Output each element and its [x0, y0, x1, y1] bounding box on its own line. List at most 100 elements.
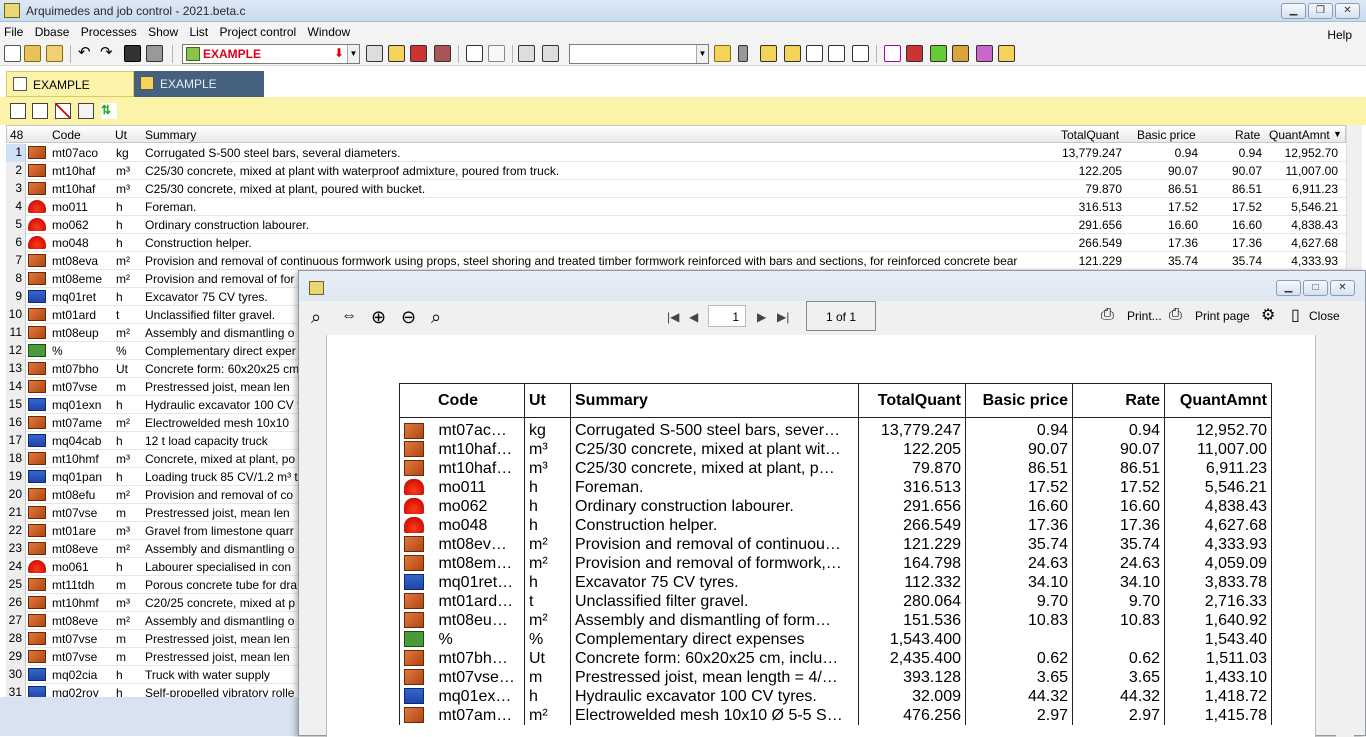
restore-button[interactable]: ❐ — [1308, 3, 1333, 19]
sort-icon[interactable]: ⇅ — [101, 103, 117, 119]
report-cell-code: mt08ev… — [438, 535, 507, 553]
cell-ut: h — [116, 470, 123, 484]
project-selector[interactable]: EXAMPLE ⬇ ▼ — [182, 44, 360, 64]
function-icon[interactable] — [884, 45, 901, 62]
bar-chart-icon[interactable] — [828, 45, 845, 62]
grid-icon[interactable] — [952, 45, 969, 62]
stack-icon[interactable] — [388, 45, 405, 62]
zoom-out-icon[interactable]: ⊖ — [401, 307, 423, 329]
zoom-actual-icon[interactable]: ⌕ — [431, 307, 453, 329]
report-row: mt07am… m² Electrowelded mesh 10x10 Ø 5-5 … — [399, 706, 1272, 725]
table-row[interactable]: 4 mo011 h Foreman. 316.513 17.52 17.52 5,546.21 — [6, 198, 1346, 216]
open-recent-icon[interactable] — [46, 45, 63, 62]
print-button[interactable]: Print... — [1127, 309, 1162, 323]
minimize-button[interactable]: ▁ — [1281, 3, 1306, 19]
report-cell-rate: 90.07 — [1072, 440, 1165, 459]
book-icon[interactable] — [410, 45, 427, 62]
document-icon[interactable] — [806, 45, 823, 62]
report-cell-summary: Foreman. — [570, 478, 859, 497]
menu-dbase[interactable]: Dbase — [31, 22, 74, 39]
menu-window[interactable]: Window — [304, 22, 355, 39]
cell-ut: m³ — [116, 524, 130, 538]
tools-icon[interactable] — [976, 45, 993, 62]
zoom-in-icon[interactable]: ⊕ — [371, 307, 393, 329]
table-icon[interactable] — [852, 45, 869, 62]
cell-ut: h — [116, 560, 123, 574]
tab-example-inactive[interactable]: EXAMPLE — [134, 71, 264, 97]
close-viewer-button[interactable]: Close — [1309, 309, 1340, 323]
column-header-summary[interactable]: Summary — [145, 128, 196, 142]
table-row[interactable]: 7 mt08eva m² Provision and removal of conti… — [6, 252, 1346, 270]
printer-icon[interactable]: ⎙ — [1101, 306, 1114, 324]
table-row[interactable]: 5 mo062 h Ordinary construction labourer. 29… — [6, 216, 1346, 234]
cell-basic-price: 17.52 — [1167, 200, 1198, 214]
new-file-icon[interactable] — [4, 45, 21, 62]
windows-icon[interactable] — [542, 45, 559, 62]
gantt-icon[interactable] — [466, 45, 483, 62]
report-cell-basic-price: 86.51 — [965, 459, 1073, 478]
checklist-icon[interactable] — [784, 45, 801, 62]
export-icon[interactable] — [906, 45, 923, 62]
table-row[interactable]: 1 mt07aco kg Corrugated S-500 steel bars, s… — [6, 144, 1346, 162]
open-folder-icon[interactable] — [24, 45, 41, 62]
menu-processes[interactable]: Processes — [77, 22, 141, 39]
door-icon[interactable]: ▯ — [1291, 305, 1300, 325]
column-header-totalquant[interactable]: TotalQuant — [1061, 128, 1119, 142]
save-icon[interactable] — [124, 45, 141, 62]
chevron-down-icon[interactable]: ▼ — [696, 45, 708, 63]
note-icon[interactable] — [714, 45, 731, 62]
column-header-basic-price[interactable]: Basic price — [1137, 128, 1196, 142]
column-header-ut[interactable]: Ut — [115, 128, 127, 142]
cell-ut: m³ — [116, 596, 130, 610]
undo-icon[interactable]: ↶ — [78, 45, 95, 62]
add-icon[interactable] — [32, 103, 48, 119]
print-icon[interactable] — [146, 45, 163, 62]
maximize-button[interactable]: □ — [1303, 280, 1328, 296]
sort-desc-icon[interactable]: ▼ — [1333, 129, 1342, 139]
delete-icon[interactable] — [55, 103, 71, 119]
tree-icon[interactable] — [366, 45, 383, 62]
check-icon[interactable] — [760, 45, 777, 62]
tab-example-active[interactable]: EXAMPLE — [6, 71, 134, 97]
chevron-down-icon[interactable]: ▼ — [347, 45, 359, 63]
next-page-icon[interactable]: ▶ — [757, 310, 766, 324]
redo-icon[interactable]: ↷ — [100, 45, 117, 62]
pct-icon — [404, 631, 424, 648]
previous-page-icon[interactable]: ◀ — [689, 310, 698, 324]
paperclip-icon[interactable] — [738, 45, 748, 62]
column-header-rate[interactable]: Rate — [1235, 128, 1260, 142]
viewer-scrollbar[interactable] — [1336, 335, 1354, 737]
print-page-button[interactable]: Print page — [1195, 309, 1250, 323]
page-number-input[interactable]: 1 — [708, 305, 746, 327]
window-icon[interactable] — [518, 45, 535, 62]
close-button[interactable]: ✕ — [1335, 3, 1360, 19]
chat-icon[interactable] — [998, 45, 1015, 62]
table-row[interactable]: 6 mo048 h Construction helper. 266.549 17.36 1… — [6, 234, 1346, 252]
last-page-icon[interactable]: ▶| — [777, 310, 789, 324]
gear-icon[interactable]: ⚙ — [1261, 305, 1275, 325]
print-page-icon[interactable]: ⎙ — [1169, 306, 1182, 324]
column-header-code[interactable]: Code — [52, 128, 81, 142]
report-row: mq01ret… h Excavator 75 CV tyres. 112.332 34… — [399, 573, 1272, 592]
table-row[interactable]: 3 mt10haf m³ C25/30 concrete, mixed at plan… — [6, 180, 1346, 198]
table-row[interactable]: 2 mt10haf m³ C25/30 concrete, mixed at plan… — [6, 162, 1346, 180]
column-header-quantamnt[interactable]: QuantAmnt — [1269, 128, 1330, 142]
report-cell-basic-price: 10.83 — [965, 611, 1073, 630]
import-icon[interactable] — [930, 45, 947, 62]
first-page-icon[interactable]: |◀ — [667, 310, 679, 324]
line-chart-icon[interactable] — [488, 45, 505, 62]
zoom-page-icon[interactable]: ⌕ — [311, 307, 333, 329]
view-selector[interactable]: ▼ — [569, 44, 709, 64]
minimize-button[interactable]: ▁ — [1276, 280, 1301, 296]
properties-icon[interactable] — [78, 103, 94, 119]
edit-icon[interactable] — [10, 103, 26, 119]
fit-width-icon[interactable]: ⇔ — [341, 307, 363, 329]
menu-show[interactable]: Show — [144, 22, 182, 39]
menu-list[interactable]: List — [185, 22, 212, 39]
close-button[interactable]: ✕ — [1330, 280, 1355, 296]
menu-help[interactable]: Help — [1323, 25, 1356, 42]
chart-icon[interactable] — [434, 45, 451, 62]
cell-quantamnt: 4,333.93 — [1291, 254, 1338, 268]
menu-project-control[interactable]: Project control — [216, 22, 301, 39]
menu-file[interactable]: File — [0, 22, 27, 39]
